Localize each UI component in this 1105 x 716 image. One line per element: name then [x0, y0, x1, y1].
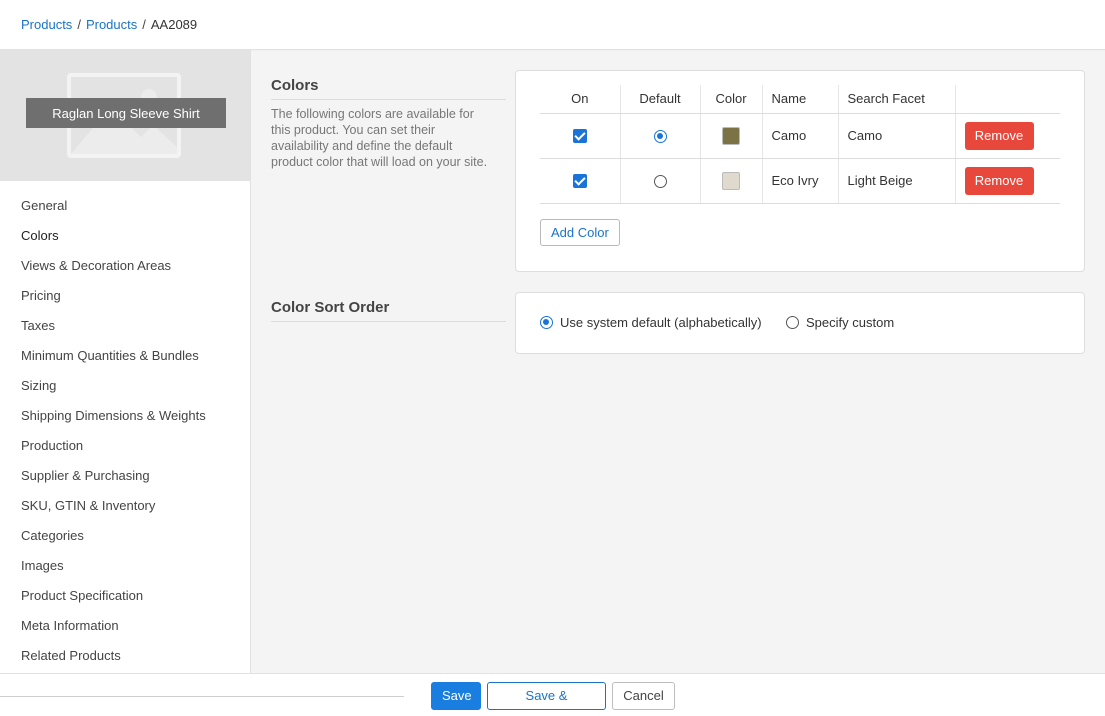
sidebar-item-general[interactable]: General: [0, 191, 250, 221]
breadcrumb-link-products-list[interactable]: Products: [86, 17, 137, 32]
sidebar-item-supplier[interactable]: Supplier & Purchasing: [0, 461, 250, 491]
sort-option-custom[interactable]: Specify custom: [786, 315, 894, 330]
product-name-label: Raglan Long Sleeve Shirt: [26, 98, 226, 128]
default-cell: [619, 113, 700, 159]
action-cell: Remove: [954, 113, 1060, 159]
sidebar-item-taxes[interactable]: Taxes: [0, 311, 250, 341]
sort-option-label: Use system default (alphabetically): [560, 315, 762, 330]
column-header-color: Color: [699, 85, 762, 114]
on-checkbox[interactable]: [572, 174, 587, 189]
sidebar-item-sku-inventory[interactable]: SKU, GTIN & Inventory: [0, 491, 250, 521]
sidebar-item-related-products[interactable]: Related Products: [0, 641, 250, 671]
color-swatch[interactable]: [722, 171, 740, 190]
color-cell: [699, 158, 762, 204]
add-color-button[interactable]: Add Color: [540, 219, 620, 246]
action-cell: Remove: [954, 158, 1060, 204]
sort-custom-radio[interactable]: [786, 316, 799, 329]
sidebar-item-pricing[interactable]: Pricing: [0, 281, 250, 311]
remove-button[interactable]: Remove: [964, 121, 1034, 150]
search-facet: Camo: [837, 113, 955, 159]
top-bar: Products / Products / AA2089: [0, 0, 1105, 50]
column-header-actions: [954, 85, 1060, 114]
sidebar-item-product-specification[interactable]: Product Specification: [0, 581, 250, 611]
sidebar-item-images[interactable]: Images: [0, 551, 250, 581]
sidebar-item-meta-information[interactable]: Meta Information: [0, 611, 250, 641]
default-radio[interactable]: [653, 130, 667, 144]
sort-section-title: Color Sort Order: [271, 299, 506, 322]
column-header-name: Name: [761, 85, 838, 114]
color-name: Eco Ivry: [761, 158, 838, 204]
default-cell: [619, 158, 700, 204]
sort-option-label: Specify custom: [806, 315, 895, 330]
product-thumbnail[interactable]: Raglan Long Sleeve Shirt: [0, 50, 250, 181]
sidebar-item-production[interactable]: Production: [0, 431, 250, 461]
sidebar-item-sizing[interactable]: Sizing: [0, 371, 250, 401]
breadcrumb: Products / Products / AA2089: [21, 17, 197, 32]
sidebar-item-minimum-quantities[interactable]: Minimum Quantities & Bundles: [0, 341, 250, 371]
column-header-default: Default: [619, 85, 700, 114]
search-facet: Light Beige: [837, 158, 955, 204]
column-header-search-facet: Search Facet: [837, 85, 955, 114]
color-name: Camo: [761, 113, 838, 159]
footer-divider: [0, 696, 404, 697]
remove-button[interactable]: Remove: [964, 166, 1034, 195]
color-cell: [699, 113, 762, 159]
sidebar-item-views-decoration-areas[interactable]: Views & Decoration Areas: [0, 251, 250, 281]
on-checkbox[interactable]: [572, 129, 587, 144]
breadcrumb-separator: /: [77, 17, 81, 32]
sort-default-radio[interactable]: [540, 316, 553, 329]
breadcrumb-link-products[interactable]: Products: [21, 17, 72, 32]
color-swatch[interactable]: [722, 126, 740, 145]
breadcrumb-separator: /: [142, 17, 146, 32]
sidebar-nav: General Colors Views & Decoration Areas …: [0, 191, 250, 671]
sidebar-item-shipping[interactable]: Shipping Dimensions & Weights: [0, 401, 250, 431]
table-header-row: On Default Color Name Search Facet: [540, 85, 1060, 114]
colors-section-description: The following colors are available for t…: [271, 107, 488, 169]
table-row: Camo Camo Remove: [540, 113, 1060, 159]
save-button[interactable]: Save: [431, 682, 481, 710]
sidebar-item-colors[interactable]: Colors: [0, 221, 250, 251]
default-radio[interactable]: [653, 175, 667, 189]
cancel-button[interactable]: Cancel: [612, 682, 675, 710]
sort-option-system-default[interactable]: Use system default (alphabetically): [540, 315, 762, 330]
sidebar: Raglan Long Sleeve Shirt General Colors …: [0, 50, 251, 673]
sidebar-item-categories[interactable]: Categories: [0, 521, 250, 551]
colors-table: On Default Color Name Search Facet Camo …: [540, 85, 1060, 204]
on-cell: [540, 113, 620, 159]
table-row: Eco Ivry Light Beige Remove: [540, 158, 1060, 204]
colors-section-title: Colors: [271, 77, 506, 100]
footer-action-bar: Save Save & Continue Cancel: [0, 673, 1105, 716]
colors-card: On Default Color Name Search Facet Camo …: [515, 70, 1085, 272]
save-continue-button[interactable]: Save & Continue: [487, 682, 606, 716]
breadcrumb-current: AA2089: [150, 17, 198, 32]
sort-card: Use system default (alphabetically) Spec…: [515, 292, 1085, 354]
column-header-on: On: [540, 85, 620, 114]
on-cell: [540, 158, 620, 204]
